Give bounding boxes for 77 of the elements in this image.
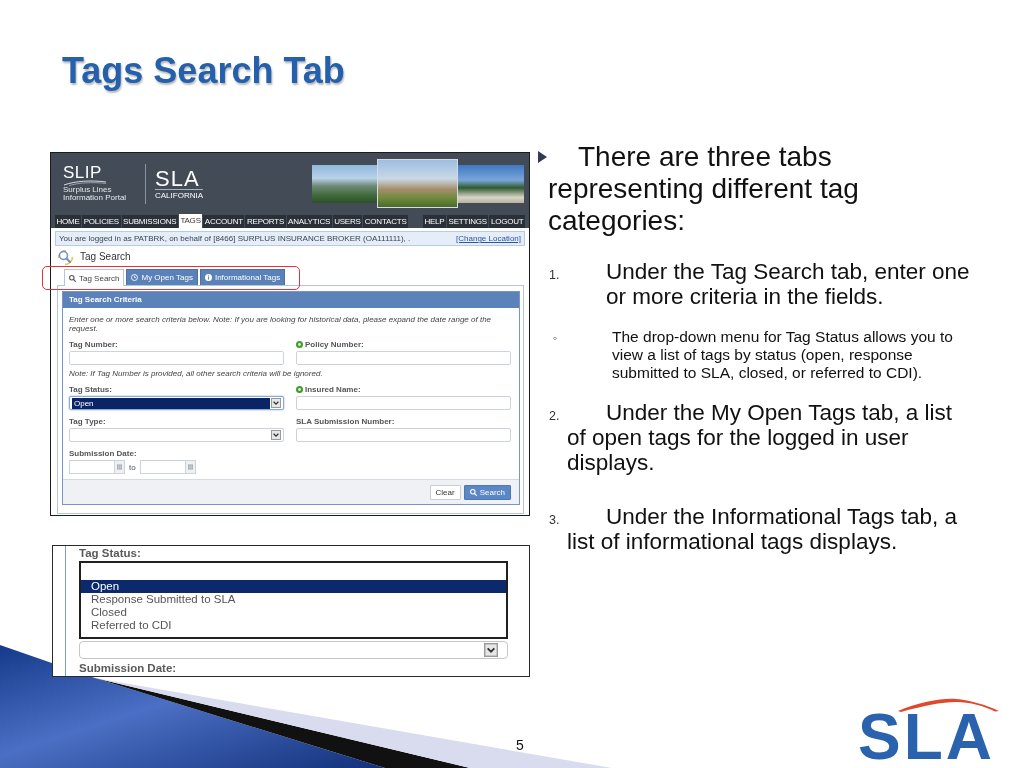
- nav-tab[interactable]: USERS: [332, 215, 363, 228]
- search-button[interactable]: Search: [463, 484, 511, 500]
- chevron-down-icon[interactable]: [271, 398, 281, 408]
- swoosh-icon: [63, 179, 107, 186]
- panel-title: Tag Search Criteria: [63, 292, 519, 308]
- step-text: Under the My Open Tags tab, a list of open tags for the logged in user displays.: [567, 400, 953, 475]
- logo-tagline: Surplus Lines Information Portal: [63, 185, 128, 203]
- separator-label: to: [129, 462, 136, 472]
- nav-tab[interactable]: SETTINGS: [447, 215, 489, 228]
- login-notice: You are logged in as PATBRK, on behalf of [8466] SURPLUS INSURANCE BROKER (OA111111), .: [59, 234, 412, 243]
- tab[interactable]: My Open Tags: [126, 269, 198, 285]
- logo-text: SLA: [858, 712, 995, 762]
- photo-placeholder: [312, 164, 377, 203]
- tab[interactable]: Informational Tags: [199, 269, 286, 285]
- logo-text: SLA: [155, 167, 200, 189]
- select-field[interactable]: [79, 641, 508, 659]
- dropdown-option[interactable]: Response Submitted to SLA: [81, 593, 506, 606]
- nav-tab[interactable]: CONTACTS: [363, 215, 409, 228]
- field-label: SLA Submission Number:: [296, 417, 395, 426]
- step-text: Under the Tag Search tab, enter one or more criteria in the fields.: [606, 259, 971, 309]
- chevron-down-icon[interactable]: [271, 430, 281, 440]
- step-number: 1.: [549, 267, 561, 284]
- list-marker: ◦: [552, 330, 559, 347]
- date-field[interactable]: [69, 460, 114, 474]
- logo-text: SLIP: [63, 164, 102, 180]
- field-label: Tag Number:: [69, 340, 118, 349]
- info-icon: [204, 274, 212, 281]
- bullet-text: There are three tabs representing different tag categories:: [548, 141, 860, 237]
- dropdown-option[interactable]: Referred to CDI: [81, 619, 506, 632]
- field-label: Tag Status:: [79, 547, 142, 560]
- nav-tab[interactable]: POLICIES: [82, 215, 121, 228]
- field-label: Tag Status:: [69, 385, 112, 394]
- dropdown-option[interactable]: Open: [81, 580, 506, 593]
- sub-item-text: The drop-down menu for Tag Status allows you to view a list of tags by status (open, response submitted to SLA, closed, or referred to CDI).: [612, 328, 954, 382]
- logo-tagline: CALIFORNIA: [155, 188, 203, 200]
- calendar-icon[interactable]: [184, 460, 196, 474]
- page-number: 5: [516, 737, 524, 753]
- step-number: 3.: [549, 512, 561, 529]
- triangle-bullet-icon: [538, 151, 547, 163]
- search-icon: [69, 274, 76, 282]
- clock-icon: [131, 274, 139, 281]
- nav-tab[interactable]: SUBMISSIONS: [121, 215, 178, 228]
- field-label: Submission Date:: [69, 449, 137, 458]
- input-field[interactable]: [69, 351, 284, 365]
- photo-placeholder: [458, 164, 524, 203]
- step-number: 2.: [549, 408, 561, 425]
- select-field[interactable]: [69, 428, 284, 442]
- step-text: Under the Informational Tags tab, a list of informational tags displays.: [567, 504, 959, 554]
- nav-tab[interactable]: REPORTS: [245, 215, 286, 228]
- nav-tab[interactable]: TAGS: [178, 214, 203, 228]
- input-field[interactable]: [296, 351, 511, 365]
- search-icon: [469, 488, 477, 496]
- swoosh-icon: [896, 698, 1000, 712]
- nav-tab[interactable]: HELP: [422, 215, 446, 228]
- nav-tab[interactable]: HOME: [55, 215, 82, 228]
- field-label: Policy Number:: [305, 340, 364, 349]
- dropdown-option[interactable]: Closed: [81, 606, 506, 619]
- change-location-link[interactable]: [Change Location]: [456, 234, 521, 243]
- input-field[interactable]: [296, 428, 511, 442]
- field-label: Submission Date:: [79, 662, 178, 675]
- calendar-icon[interactable]: [114, 460, 125, 474]
- clear-button[interactable]: Clear: [429, 484, 461, 500]
- page-heading: Tag Search: [80, 251, 131, 263]
- slide-title: Tags Search Tab: [62, 50, 345, 92]
- instruction-text: Enter one or more search criteria below. Note: If you are looking for historical data, please expand the date range of the request.: [69, 315, 493, 333]
- field-label: Insured Name:: [305, 385, 361, 394]
- nav-tab[interactable]: ANALYTICS: [286, 215, 332, 228]
- field-label: Tag Type:: [69, 417, 106, 426]
- note-text: Note: If Tag Number is provided, all other search criteria will be ignored.: [69, 369, 324, 378]
- date-field[interactable]: [139, 460, 185, 474]
- chevron-down-icon[interactable]: [484, 643, 498, 657]
- nav-tab[interactable]: ACCOUNT: [203, 215, 245, 228]
- select-field[interactable]: Open: [69, 396, 284, 410]
- search-icon: [57, 248, 74, 266]
- tab[interactable]: Tag Search: [64, 269, 125, 286]
- nav-tab[interactable]: LOGOUT: [489, 215, 525, 228]
- input-field[interactable]: [296, 396, 511, 410]
